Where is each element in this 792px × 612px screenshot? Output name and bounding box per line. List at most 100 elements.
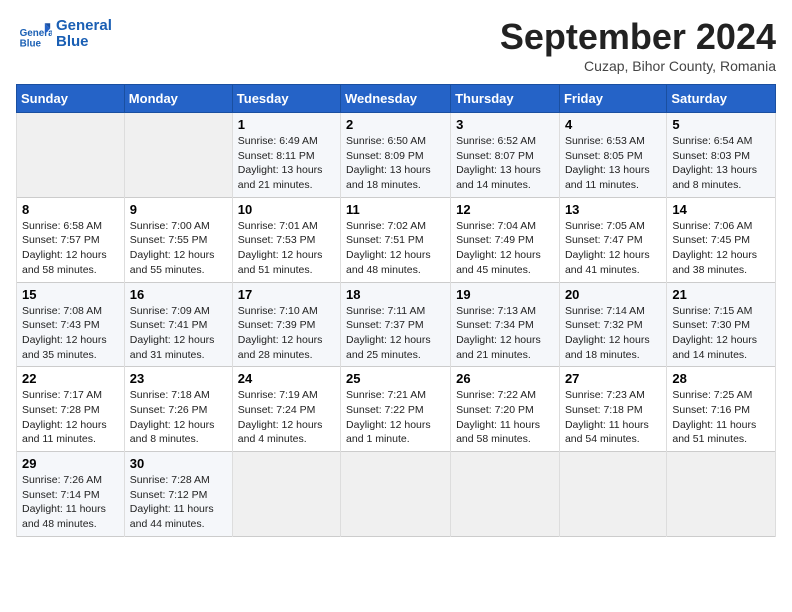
day-number: 11	[346, 202, 445, 217]
day-info: Sunrise: 6:52 AM Sunset: 8:07 PM Dayligh…	[456, 134, 554, 193]
day-number: 13	[565, 202, 661, 217]
day-info: Sunrise: 6:50 AM Sunset: 8:09 PM Dayligh…	[346, 134, 445, 193]
calendar-cell: 3 Sunrise: 6:52 AM Sunset: 8:07 PM Daylig…	[451, 113, 560, 198]
day-number: 9	[130, 202, 227, 217]
day-number: 24	[238, 371, 335, 386]
day-info: Sunrise: 6:54 AM Sunset: 8:03 PM Dayligh…	[672, 134, 770, 193]
day-number: 21	[672, 287, 770, 302]
day-number: 19	[456, 287, 554, 302]
calendar-cell: 14Sunrise: 7:06 AM Sunset: 7:45 PM Dayli…	[667, 197, 776, 282]
calendar-cell	[667, 452, 776, 537]
day-number: 5	[672, 117, 770, 132]
calendar-cell: 8 Sunrise: 6:58 AM Sunset: 7:57 PM Daylig…	[17, 197, 125, 282]
month-title: September 2024	[500, 16, 776, 58]
calendar-cell: 23Sunrise: 7:18 AM Sunset: 7:26 PM Dayli…	[124, 367, 232, 452]
calendar-cell: 20Sunrise: 7:14 AM Sunset: 7:32 PM Dayli…	[559, 282, 666, 367]
day-number: 23	[130, 371, 227, 386]
calendar-cell: 10 Sunrise: 7:01 AM Sunset: 7:53 PM Dayli…	[232, 197, 340, 282]
day-info: Sunrise: 7:08 AM Sunset: 7:43 PM Dayligh…	[22, 304, 119, 363]
day-info: Sunrise: 6:53 AM Sunset: 8:05 PM Dayligh…	[565, 134, 661, 193]
day-info: Sunrise: 7:22 AM Sunset: 7:20 PM Dayligh…	[456, 388, 554, 447]
day-number: 30	[130, 456, 227, 471]
calendar-cell	[341, 452, 451, 537]
day-info: Sunrise: 7:17 AM Sunset: 7:28 PM Dayligh…	[22, 388, 119, 447]
day-info: Sunrise: 7:02 AM Sunset: 7:51 PM Dayligh…	[346, 219, 445, 278]
calendar-cell: 28 Sunrise: 7:25 AM Sunset: 7:16 PM Dayli…	[667, 367, 776, 452]
calendar-cell: 30 Sunrise: 7:28 AM Sunset: 7:12 PM Dayli…	[124, 452, 232, 537]
day-info: Sunrise: 7:01 AM Sunset: 7:53 PM Dayligh…	[238, 219, 335, 278]
calendar-week-row: 1 Sunrise: 6:49 AM Sunset: 8:11 PM Daylig…	[17, 113, 776, 198]
calendar-cell: 13 Sunrise: 7:05 AM Sunset: 7:47 PM Dayli…	[559, 197, 666, 282]
calendar-cell	[17, 113, 125, 198]
calendar-header-thursday: Thursday	[451, 85, 560, 113]
calendar-cell: 4 Sunrise: 6:53 AM Sunset: 8:05 PM Daylig…	[559, 113, 666, 198]
calendar-cell: 1 Sunrise: 6:49 AM Sunset: 8:11 PM Daylig…	[232, 113, 340, 198]
day-info: Sunrise: 7:23 AM Sunset: 7:18 PM Dayligh…	[565, 388, 661, 447]
calendar-cell: 26 Sunrise: 7:22 AM Sunset: 7:20 PM Dayli…	[451, 367, 560, 452]
day-info: Sunrise: 6:49 AM Sunset: 8:11 PM Dayligh…	[238, 134, 335, 193]
location-subtitle: Cuzap, Bihor County, Romania	[500, 58, 776, 74]
logo: General Blue General Blue	[16, 16, 112, 52]
page-header: General Blue General Blue September 2024…	[16, 16, 776, 74]
calendar-cell	[124, 113, 232, 198]
calendar-cell: 29Sunrise: 7:26 AM Sunset: 7:14 PM Dayli…	[17, 452, 125, 537]
day-info: Sunrise: 7:13 AM Sunset: 7:34 PM Dayligh…	[456, 304, 554, 363]
calendar-cell: 16Sunrise: 7:09 AM Sunset: 7:41 PM Dayli…	[124, 282, 232, 367]
calendar-week-row: 15 Sunrise: 7:08 AM Sunset: 7:43 PM Dayli…	[17, 282, 776, 367]
calendar-header-tuesday: Tuesday	[232, 85, 340, 113]
day-number: 26	[456, 371, 554, 386]
day-info: Sunrise: 7:06 AM Sunset: 7:45 PM Dayligh…	[672, 219, 770, 278]
calendar-cell: 2 Sunrise: 6:50 AM Sunset: 8:09 PM Daylig…	[341, 113, 451, 198]
day-info: Sunrise: 7:00 AM Sunset: 7:55 PM Dayligh…	[130, 219, 227, 278]
day-info: Sunrise: 7:19 AM Sunset: 7:24 PM Dayligh…	[238, 388, 335, 447]
calendar-body: 1 Sunrise: 6:49 AM Sunset: 8:11 PM Daylig…	[17, 113, 776, 537]
calendar-week-row: 8 Sunrise: 6:58 AM Sunset: 7:57 PM Daylig…	[17, 197, 776, 282]
day-number: 1	[238, 117, 335, 132]
day-number: 15	[22, 287, 119, 302]
day-number: 17	[238, 287, 335, 302]
day-number: 12	[456, 202, 554, 217]
day-number: 4	[565, 117, 661, 132]
day-number: 2	[346, 117, 445, 132]
calendar-cell: 5 Sunrise: 6:54 AM Sunset: 8:03 PM Daylig…	[667, 113, 776, 198]
day-number: 10	[238, 202, 335, 217]
calendar-cell: 11 Sunrise: 7:02 AM Sunset: 7:51 PM Dayli…	[341, 197, 451, 282]
calendar-cell: 25 Sunrise: 7:21 AM Sunset: 7:22 PM Dayli…	[341, 367, 451, 452]
day-info: Sunrise: 7:21 AM Sunset: 7:22 PM Dayligh…	[346, 388, 445, 447]
day-info: Sunrise: 7:28 AM Sunset: 7:12 PM Dayligh…	[130, 473, 227, 532]
day-number: 25	[346, 371, 445, 386]
calendar-cell: 19 Sunrise: 7:13 AM Sunset: 7:34 PM Dayli…	[451, 282, 560, 367]
day-info: Sunrise: 7:11 AM Sunset: 7:37 PM Dayligh…	[346, 304, 445, 363]
day-number: 28	[672, 371, 770, 386]
calendar-cell	[451, 452, 560, 537]
calendar-cell	[559, 452, 666, 537]
calendar-header-friday: Friday	[559, 85, 666, 113]
day-number: 29	[22, 456, 119, 471]
calendar-cell: 27 Sunrise: 7:23 AM Sunset: 7:18 PM Dayli…	[559, 367, 666, 452]
day-number: 8	[22, 202, 119, 217]
calendar-cell: 21Sunrise: 7:15 AM Sunset: 7:30 PM Dayli…	[667, 282, 776, 367]
day-info: Sunrise: 6:58 AM Sunset: 7:57 PM Dayligh…	[22, 219, 119, 278]
day-number: 22	[22, 371, 119, 386]
day-info: Sunrise: 7:05 AM Sunset: 7:47 PM Dayligh…	[565, 219, 661, 278]
day-info: Sunrise: 7:25 AM Sunset: 7:16 PM Dayligh…	[672, 388, 770, 447]
day-number: 3	[456, 117, 554, 132]
day-number: 16	[130, 287, 227, 302]
logo-icon: General Blue	[16, 16, 52, 52]
calendar-header-wednesday: Wednesday	[341, 85, 451, 113]
title-block: September 2024 Cuzap, Bihor County, Roma…	[500, 16, 776, 74]
svg-text:Blue: Blue	[20, 39, 42, 50]
day-number: 27	[565, 371, 661, 386]
calendar-table: SundayMondayTuesdayWednesdayThursdayFrid…	[16, 84, 776, 537]
calendar-cell: 9 Sunrise: 7:00 AM Sunset: 7:55 PM Daylig…	[124, 197, 232, 282]
day-number: 20	[565, 287, 661, 302]
calendar-header-sunday: Sunday	[17, 85, 125, 113]
calendar-cell: 15 Sunrise: 7:08 AM Sunset: 7:43 PM Dayli…	[17, 282, 125, 367]
calendar-cell	[232, 452, 340, 537]
day-info: Sunrise: 7:10 AM Sunset: 7:39 PM Dayligh…	[238, 304, 335, 363]
calendar-cell: 24 Sunrise: 7:19 AM Sunset: 7:24 PM Dayli…	[232, 367, 340, 452]
calendar-cell: 18 Sunrise: 7:11 AM Sunset: 7:37 PM Dayli…	[341, 282, 451, 367]
logo-text: General Blue	[56, 18, 112, 51]
day-number: 18	[346, 287, 445, 302]
calendar-header-row: SundayMondayTuesdayWednesdayThursdayFrid…	[17, 85, 776, 113]
